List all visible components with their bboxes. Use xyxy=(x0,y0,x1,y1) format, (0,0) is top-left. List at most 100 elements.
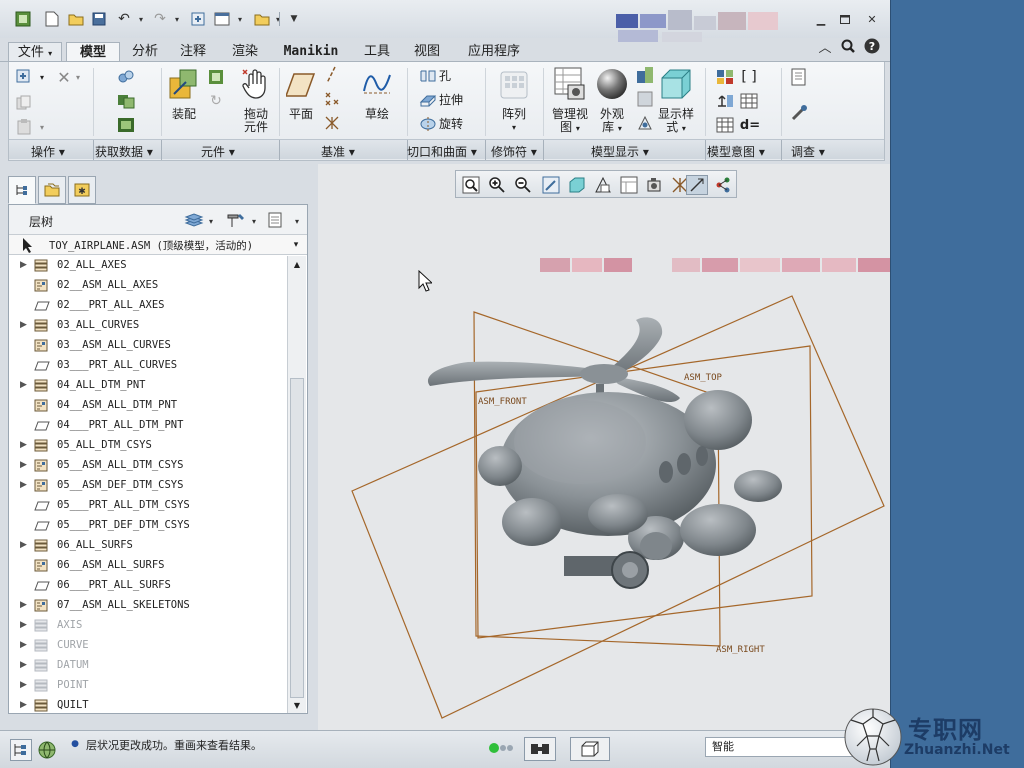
pattern-icon[interactable] xyxy=(499,70,529,100)
minimize-icon[interactable]: ▁ xyxy=(812,11,830,27)
expand-arrow-icon[interactable]: ▶ xyxy=(20,480,27,490)
scroll-up-icon[interactable]: ▲ xyxy=(292,259,302,269)
windows-dropdown-icon[interactable]: ▾ xyxy=(230,9,250,29)
tab-tools[interactable]: 工具 xyxy=(356,42,398,62)
section-icon[interactable] xyxy=(635,90,655,108)
redo-dropdown-icon[interactable]: ▾ xyxy=(167,9,187,29)
group-get-data[interactable]: 获取数据 ▾ xyxy=(95,143,153,160)
expand-arrow-icon[interactable]: ▶ xyxy=(20,680,27,690)
edit-appearance-icon[interactable] xyxy=(635,66,655,84)
expand-arrow-icon[interactable]: ▶ xyxy=(20,540,27,550)
info-icon[interactable] xyxy=(789,68,809,86)
layer-row[interactable]: ▶ CURVE xyxy=(9,636,287,656)
layer-row[interactable]: 03__ASM_ALL_CURVES xyxy=(9,336,287,356)
layer-show-dropdown-icon[interactable]: ▾ xyxy=(184,212,214,228)
layer-list-scrollbar[interactable]: ▲ ▼ xyxy=(287,256,306,713)
group-components[interactable]: 元件 ▾ xyxy=(201,143,235,160)
browser-toggle-icon[interactable] xyxy=(36,739,58,761)
revolve-icon[interactable] xyxy=(419,116,437,132)
layer-row[interactable]: ▶ 07__ASM_ALL_SKELETONS xyxy=(9,596,287,616)
group-modifiers[interactable]: 修饰符 ▾ xyxy=(491,143,537,160)
layer-row[interactable]: ▶ 02_ALL_AXES xyxy=(9,256,287,276)
paste-icon[interactable] xyxy=(15,118,33,136)
drag-components-icon[interactable] xyxy=(239,66,273,102)
shrinkwrap-icon[interactable] xyxy=(116,116,136,134)
undo-dropdown-icon[interactable]: ▾ xyxy=(131,9,151,29)
layer-row[interactable]: ▶ POINT xyxy=(9,676,287,696)
expand-arrow-icon[interactable]: ▶ xyxy=(20,440,27,450)
customize-toolbar-icon[interactable]: ▼ xyxy=(284,9,304,29)
layer-row[interactable]: ▶ DATUM xyxy=(9,656,287,676)
expand-arrow-icon[interactable]: ▶ xyxy=(20,260,27,270)
layer-tools-dropdown-icon[interactable]: ▾ xyxy=(225,212,259,228)
pattern-dropdown-icon[interactable]: ▾ xyxy=(507,122,521,132)
windows-icon[interactable] xyxy=(212,9,232,29)
tab-file[interactable]: 文件 ▾ xyxy=(8,42,62,62)
tab-annotate[interactable]: 注释 xyxy=(172,42,214,62)
selection-box-icon[interactable] xyxy=(570,737,610,761)
layer-row[interactable]: ▶ 05_ALL_DTM_CSYS xyxy=(9,436,287,456)
find-icon[interactable] xyxy=(524,737,556,761)
extrude-icon[interactable] xyxy=(419,92,437,108)
layer-row[interactable]: ▶ QUILT xyxy=(9,696,287,714)
copy-icon[interactable] xyxy=(15,94,33,112)
parameters-icon[interactable] xyxy=(715,68,735,86)
model-selector-dropdown-icon[interactable]: ▾ xyxy=(289,238,303,252)
layer-row[interactable]: 05___PRT_ALL_DTM_CSYS xyxy=(9,496,287,516)
save-icon[interactable] xyxy=(89,9,109,29)
layer-row[interactable]: ▶ 06_ALL_SURFS xyxy=(9,536,287,556)
layer-row[interactable]: 05___PRT_DEF_DTM_CSYS xyxy=(9,516,287,536)
active-model-selector[interactable]: TOY_AIRPLANE.ASM (顶级模型，活动的) ▾ xyxy=(9,235,307,255)
layer-row[interactable]: 06__ASM_ALL_SURFS xyxy=(9,556,287,576)
layer-row[interactable]: ▶ 05__ASM_DEF_DTM_CSYS xyxy=(9,476,287,496)
layer-row[interactable]: 04___PRT_ALL_DTM_PNT xyxy=(9,416,287,436)
assemble-icon[interactable] xyxy=(167,66,201,102)
delete-dropdown-icon[interactable]: ▾ xyxy=(73,70,83,84)
group-model-intent[interactable]: 模型意图 ▾ xyxy=(707,143,765,160)
scroll-down-icon[interactable]: ▼ xyxy=(292,700,302,710)
tab-model[interactable]: 模型 xyxy=(66,42,120,62)
regenerate-dropdown-icon[interactable]: ▾ xyxy=(37,70,47,84)
package-icon[interactable]: ↻ xyxy=(207,92,225,110)
expand-arrow-icon[interactable]: ▶ xyxy=(20,600,27,610)
tab-model-tree[interactable] xyxy=(8,176,36,204)
tab-folder-browser[interactable] xyxy=(38,176,66,204)
navigator-toggle-icon[interactable] xyxy=(10,739,32,761)
tab-manikin[interactable]: Manikin xyxy=(276,42,346,62)
switch-dimensions-icon[interactable] xyxy=(715,92,735,110)
sketch-icon[interactable] xyxy=(361,68,393,98)
group-cuts-surfaces[interactable]: 切口和曲面 ▾ xyxy=(407,143,477,160)
user-defined-feature-icon[interactable] xyxy=(116,68,136,86)
group-datum[interactable]: 基准 ▾ xyxy=(321,143,355,160)
layer-row[interactable]: 04__ASM_ALL_DTM_PNT xyxy=(9,396,287,416)
tab-view[interactable]: 视图 xyxy=(406,42,448,62)
copy-geometry-icon[interactable] xyxy=(116,92,136,110)
layer-row[interactable]: ▶ 03_ALL_CURVES xyxy=(9,316,287,336)
group-investigate[interactable]: 调查 ▾ xyxy=(791,143,825,160)
layer-row[interactable]: ▶ 05__ASM_ALL_DTM_CSYS xyxy=(9,456,287,476)
paste-dropdown-icon[interactable]: ▾ xyxy=(37,120,47,134)
coordinate-system-icon[interactable] xyxy=(323,114,341,132)
layer-row[interactable]: 03___PRT_ALL_CURVES xyxy=(9,356,287,376)
regenerate-model-icon[interactable] xyxy=(15,68,35,86)
regenerate-icon[interactable] xyxy=(188,9,208,29)
point-icon[interactable] xyxy=(323,90,341,108)
expand-arrow-icon[interactable]: ▶ xyxy=(20,380,27,390)
hole-icon[interactable] xyxy=(419,68,437,84)
switch-symbols-icon[interactable]: d= xyxy=(739,116,761,134)
axis-icon[interactable] xyxy=(323,66,339,84)
layer-row[interactable]: ▶ 04_ALL_DTM_PNT xyxy=(9,376,287,396)
relations-icon[interactable]: [ ] xyxy=(739,68,759,86)
group-model-display[interactable]: 模型显示 ▾ xyxy=(591,143,649,160)
reference-viewer-icon[interactable] xyxy=(789,104,809,122)
tab-analysis[interactable]: 分析 xyxy=(124,42,166,62)
family-table-icon[interactable] xyxy=(739,92,759,110)
expand-arrow-icon[interactable]: ▶ xyxy=(20,640,27,650)
manage-views-icon[interactable] xyxy=(553,66,587,102)
layer-row[interactable]: 06___PRT_ALL_SURFS xyxy=(9,576,287,596)
graphics-viewport[interactable]: ASM_TOP ASM_FRONT ASM_RIGHT xyxy=(318,164,890,730)
app-logo-icon[interactable] xyxy=(13,9,33,29)
display-style-icon[interactable] xyxy=(659,66,693,102)
layer-row[interactable]: 02__ASM_ALL_AXES xyxy=(9,276,287,296)
expand-arrow-icon[interactable]: ▶ xyxy=(20,620,27,630)
